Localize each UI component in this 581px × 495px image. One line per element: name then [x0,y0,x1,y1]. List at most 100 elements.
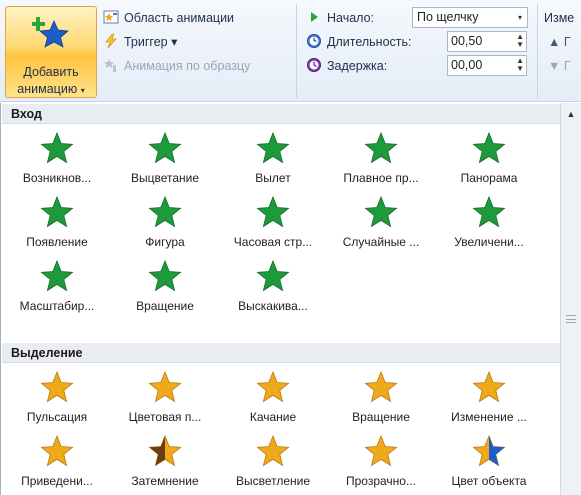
gallery-scrollbar[interactable]: ▲ [560,103,581,495]
emphasis-effect-item[interactable]: Цветовая п... [111,368,219,430]
chevron-down-icon: ▾ [80,86,85,95]
move-later-button[interactable]: ▼ Г [548,57,571,75]
entrance-effect-item[interactable]: Случайные ... [327,193,435,255]
animation-pane-icon [103,10,119,24]
entrance-effect-label: Выскакива... [238,299,308,313]
gold-star-icon [148,370,182,403]
emphasis-effect-label: Изменение ... [451,410,527,424]
emphasis-effect-label: Пульсация [26,410,88,424]
entrance-effect-label: Возникнов... [22,171,92,185]
lightning-icon [105,33,117,49]
entrance-effect-label: Увеличени... [454,235,524,249]
emphasis-effect-item[interactable]: Качание [219,368,327,430]
duration-field[interactable]: 00,50 ▲ ▼ [447,31,527,52]
animation-ribbon: Добавить анимацию ▾ Область анимации Три… [0,0,581,102]
move-earlier-button[interactable]: ▲ Г [548,33,571,51]
green-star-icon [472,131,506,164]
entrance-section-header: Вход [2,104,560,124]
gold-star-icon [472,370,506,403]
entrance-effect-item[interactable]: Вращение [111,257,219,319]
duration-label: Длительность: [306,33,412,51]
start-select[interactable]: По щелчку ▾ [412,7,528,28]
resize-grip[interactable] [566,315,576,323]
emphasis-effect-item[interactable]: Приведени... [3,432,111,494]
animation-gallery: Вход Возникнов... Выцветание Вылет Плавное … [0,103,581,495]
gold-star-icon [148,434,182,467]
emphasis-effect-label: Цветовая п... [128,410,202,424]
emphasis-effect-label: Высветление [235,474,311,488]
gold-star-icon [364,370,398,403]
entrance-effect-item[interactable]: Вылет [219,129,327,191]
green-star-icon [472,195,506,228]
green-star-icon [40,259,74,292]
entrance-effect-label: Фигура [145,235,185,249]
start-label: Начало: [306,9,374,27]
entrance-effect-label: Вылет [255,171,291,185]
gold-star-icon [256,370,290,403]
emphasis-effect-item[interactable]: Высветление [219,432,327,494]
entrance-effect-item[interactable]: Панорама [435,129,543,191]
clock-icon [307,34,321,48]
emphasis-effect-item[interactable]: Изменение ... [435,368,543,430]
delay-clock-icon [307,58,321,72]
animation-pane-button[interactable]: Область анимации [103,9,234,27]
delay-field[interactable]: 00,00 ▲ ▼ [447,55,527,76]
emphasis-effect-label: Прозрачно... [346,474,416,488]
emphasis-effect-label: Вращение [352,410,410,424]
gold-star-icon [364,434,398,467]
emphasis-effect-item[interactable]: Цвет объекта [435,432,543,494]
entrance-effect-item[interactable]: Появление [3,193,111,255]
entrance-effect-item[interactable]: Выскакива... [219,257,327,319]
trigger-button[interactable]: Триггер ▾ [103,33,177,51]
green-star-icon [364,195,398,228]
add-animation-label-2: анимацию ▾ [17,82,85,96]
gold-star-icon [472,434,506,467]
add-animation-icon [32,17,69,48]
gold-star-icon [40,370,74,403]
delay-spinner[interactable]: ▲ ▼ [516,57,524,73]
emphasis-effect-item[interactable]: Пульсация [3,368,111,430]
entrance-effect-label: Выцветание [130,171,200,185]
green-star-icon [148,131,182,164]
gold-star-icon [40,434,74,467]
scroll-up-button[interactable]: ▲ [563,107,579,121]
green-star-icon [256,131,290,164]
emphasis-effect-item[interactable]: Прозрачно... [327,432,435,494]
emphasis-effect-label: Затемнение [131,474,199,488]
entrance-effect-item[interactable]: Масштабир... [3,257,111,319]
emphasis-section-header: Выделение [2,343,560,363]
green-star-icon [364,131,398,164]
green-star-icon [40,131,74,164]
entrance-effect-item[interactable]: Часовая стр... [219,193,327,255]
ribbon-separator [296,4,297,98]
green-star-icon [148,195,182,228]
entrance-effect-item[interactable]: Возникнов... [3,129,111,191]
entrance-effect-label: Вращение [136,299,194,313]
entrance-effect-label: Панорама [460,171,518,185]
green-star-icon [256,195,290,228]
play-triangle-icon [311,12,318,22]
ribbon-separator [537,4,538,98]
emphasis-effect-item[interactable]: Вращение [327,368,435,430]
animation-painter-icon [104,59,116,72]
scroll-thumb[interactable] [564,121,578,271]
emphasis-effect-label: Приведени... [21,474,93,488]
green-star-icon [148,259,182,292]
entrance-effect-label: Часовая стр... [233,235,313,249]
emphasis-effect-label: Качание [249,410,297,424]
chevron-down-icon: ▾ [517,13,522,22]
entrance-effect-label: Появление [26,235,88,249]
add-animation-button[interactable]: Добавить анимацию ▾ [5,6,97,98]
duration-spinner[interactable]: ▲ ▼ [516,33,524,49]
green-star-icon [256,259,290,292]
entrance-effect-label: Масштабир... [19,299,95,313]
entrance-effect-item[interactable]: Фигура [111,193,219,255]
gold-star-icon [256,434,290,467]
entrance-effect-item[interactable]: Плавное пр... [327,129,435,191]
entrance-effect-item[interactable]: Увеличени... [435,193,543,255]
emphasis-effect-item[interactable]: Затемнение [111,432,219,494]
entrance-effect-item[interactable]: Выцветание [111,129,219,191]
reorder-label: Изме [544,11,575,25]
animation-painter-button[interactable]: Анимация по образцу [103,57,250,75]
delay-label: Задержка: [306,57,387,75]
